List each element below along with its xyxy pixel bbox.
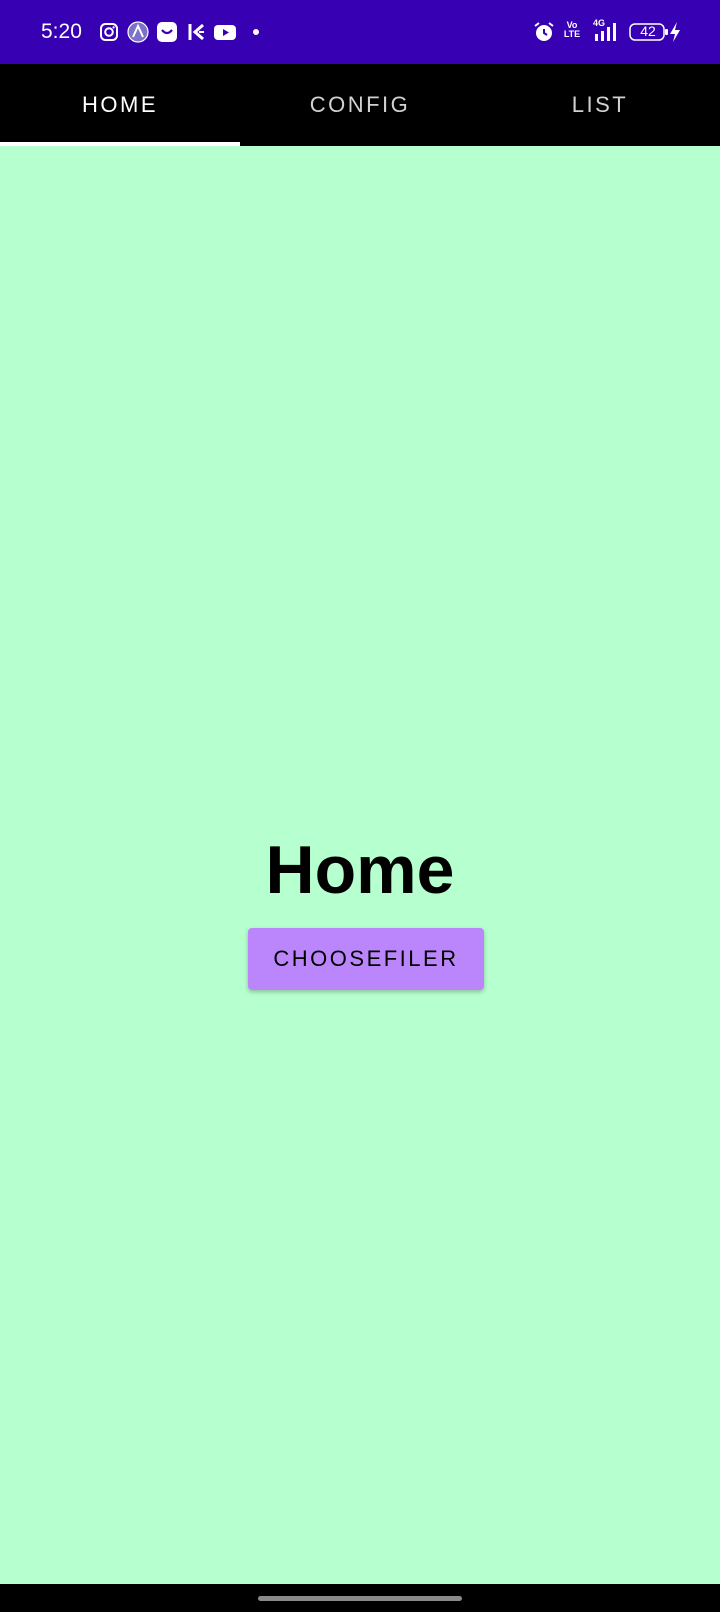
active-tab-indicator — [0, 142, 240, 146]
page-title: Home — [265, 832, 455, 908]
tab-list[interactable]: LIST — [480, 64, 720, 146]
notification-dot-icon — [251, 21, 261, 43]
tab-home[interactable]: HOME — [0, 64, 240, 146]
charging-icon — [668, 21, 682, 43]
alarm-icon — [533, 21, 555, 43]
youtube-icon — [213, 21, 237, 43]
tab-config[interactable]: CONFIG — [240, 64, 480, 146]
choose-file-button[interactable]: CHOOSEFILER — [248, 928, 484, 990]
navigation-bar — [0, 1584, 720, 1612]
smile-app-icon — [156, 21, 178, 43]
tab-bar: HOME CONFIG LIST — [0, 64, 720, 146]
battery-level: 42 — [640, 23, 656, 39]
instagram-icon — [98, 21, 120, 43]
network-type-label: 4G — [593, 18, 606, 28]
volte-icon: Vo LTE — [563, 20, 581, 39]
status-bar: 5:20 Vo LTE 4G 42 — [0, 0, 720, 64]
status-time: 5:20 — [41, 20, 82, 43]
arc-icon — [127, 21, 149, 43]
home-gesture-handle[interactable] — [258, 1596, 462, 1601]
kite-icon — [186, 21, 208, 43]
